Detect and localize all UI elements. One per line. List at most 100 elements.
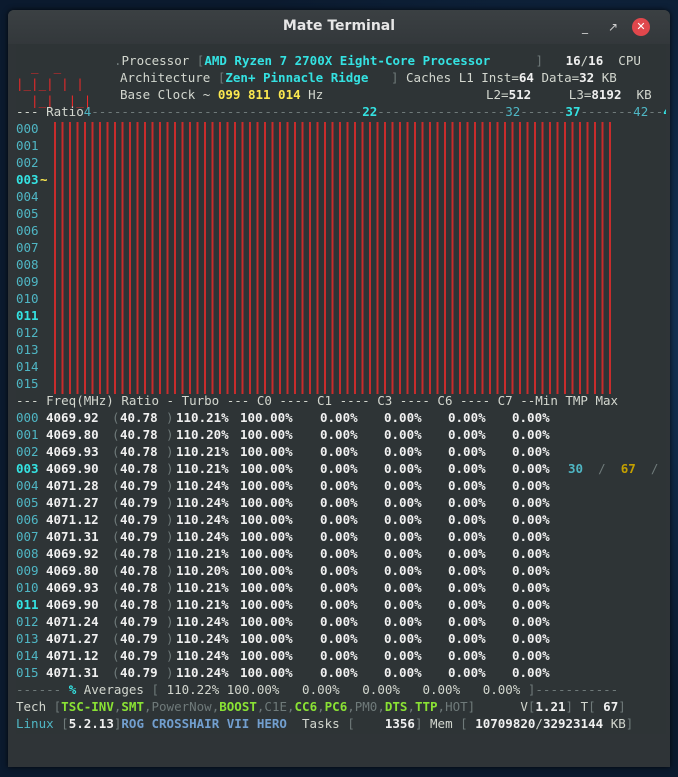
bar-core-label: 003 bbox=[16, 172, 39, 187]
cell-c1: 0.00% bbox=[320, 665, 358, 680]
cell-c6: 0.00% bbox=[448, 597, 486, 612]
table-row: 010 () 4069.93 40.78 110.21% 100.00% 0.00% 0.00… bbox=[16, 579, 666, 596]
cell-c3: 0.00% bbox=[384, 495, 422, 510]
core-id: 006 bbox=[16, 512, 39, 527]
cell-freq: 4069.90 bbox=[46, 597, 99, 612]
core-id: 001 bbox=[16, 427, 39, 442]
paren: ( bbox=[112, 444, 120, 459]
table-row: 008 () 4069.92 40.78 110.21% 100.00% 0.00% 0.00… bbox=[16, 545, 666, 562]
minimize-icon[interactable]: _ bbox=[576, 18, 594, 36]
core-id: 002 bbox=[16, 444, 39, 459]
cell-c7: 0.00% bbox=[512, 546, 550, 561]
bar-core-label: 002 bbox=[16, 155, 39, 170]
cell-turbo: 110.21% bbox=[176, 580, 229, 595]
bar-core-label: 012 bbox=[16, 325, 39, 340]
cell-freq: 4071.24 bbox=[46, 614, 99, 629]
paren: ) bbox=[166, 648, 174, 663]
cell-c0: 100.00% bbox=[240, 563, 293, 578]
cell-c7: 0.00% bbox=[512, 580, 550, 595]
core-id: 009 bbox=[16, 563, 39, 578]
table-row: 015 () 4071.31 40.79 110.24% 100.00% 0.00% 0.00… bbox=[16, 664, 666, 681]
paren: ) bbox=[166, 461, 174, 476]
cell-turbo: 110.20% bbox=[176, 563, 229, 578]
cell-c3: 0.00% bbox=[384, 461, 422, 476]
cell-freq: 4071.31 bbox=[46, 529, 99, 544]
cell-c0: 100.00% bbox=[240, 546, 293, 561]
cell-ratio: 40.79 bbox=[120, 631, 158, 646]
cell-c1: 0.00% bbox=[320, 512, 358, 527]
paren: ) bbox=[166, 563, 174, 578]
close-icon[interactable]: ✕ bbox=[632, 18, 650, 36]
paren: ( bbox=[112, 614, 120, 629]
cache-l2-l3: L2=512 L3=8192 KB bbox=[486, 87, 652, 102]
paren: ) bbox=[166, 495, 174, 510]
cell-freq: 4069.80 bbox=[46, 563, 99, 578]
paren: ( bbox=[112, 410, 120, 425]
table-row: 014 () 4071.12 40.79 110.24% 100.00% 0.00% 0.00… bbox=[16, 647, 666, 664]
cell-turbo: 110.24% bbox=[176, 512, 229, 527]
bar-core-label: 013 bbox=[16, 342, 39, 357]
table-row: 012 () 4071.24 40.79 110.24% 100.00% 0.00% 0.00… bbox=[16, 613, 666, 630]
paren: ) bbox=[166, 597, 174, 612]
maximize-icon[interactable]: ↗ bbox=[604, 18, 622, 36]
cell-c1: 0.00% bbox=[320, 648, 358, 663]
cell-c1: 0.00% bbox=[320, 614, 358, 629]
bar-core-label: 001 bbox=[16, 138, 39, 153]
cell-c1: 0.00% bbox=[320, 563, 358, 578]
cell-c1: 0.00% bbox=[320, 427, 358, 442]
paren: ( bbox=[112, 478, 120, 493]
paren: ( bbox=[112, 461, 120, 476]
core-id: 012 bbox=[16, 614, 39, 629]
cell-c6: 0.00% bbox=[448, 478, 486, 493]
cell-c6: 0.00% bbox=[448, 512, 486, 527]
paren: ( bbox=[112, 563, 120, 578]
paren: ) bbox=[166, 529, 174, 544]
paren: ) bbox=[166, 665, 174, 680]
table-row: 007 () 4071.31 40.79 110.24% 100.00% 0.00% 0.00… bbox=[16, 528, 666, 545]
cell-ratio: 40.78 bbox=[120, 580, 158, 595]
cell-freq: 4069.92 bbox=[46, 410, 99, 425]
cell-freq: 4071.12 bbox=[46, 512, 99, 527]
cell-c7: 0.00% bbox=[512, 461, 550, 476]
cell-turbo: 110.21% bbox=[176, 410, 229, 425]
freq-header: --- Freq(MHz) Ratio - Turbo --- C0 ---- … bbox=[16, 393, 619, 408]
cell-c0: 100.00% bbox=[240, 597, 293, 612]
cell-c3: 0.00% bbox=[384, 631, 422, 646]
cell-c0: 100.00% bbox=[240, 512, 293, 527]
cell-c3: 0.00% bbox=[384, 648, 422, 663]
cell-c6: 0.00% bbox=[448, 580, 486, 595]
bar-core-label: 004 bbox=[16, 189, 39, 204]
cell-c0: 100.00% bbox=[240, 478, 293, 493]
cell-c3: 0.00% bbox=[384, 427, 422, 442]
base-clock-line: Base Clock ~ 099 811 014 Hz bbox=[120, 87, 324, 102]
cell-c3: 0.00% bbox=[384, 546, 422, 561]
table-row: 009 () 4069.80 40.78 110.20% 100.00% 0.00% 0.00… bbox=[16, 562, 666, 579]
cell-freq: 4071.27 bbox=[46, 631, 99, 646]
cell-c7: 0.00% bbox=[512, 614, 550, 629]
cell-c1: 0.00% bbox=[320, 546, 358, 561]
cell-c3: 0.00% bbox=[384, 529, 422, 544]
cell-c6: 0.00% bbox=[448, 529, 486, 544]
cell-c1: 0.00% bbox=[320, 444, 358, 459]
cell-freq: 4071.12 bbox=[46, 648, 99, 663]
cell-freq: 4069.93 bbox=[46, 444, 99, 459]
cell-c7: 0.00% bbox=[512, 563, 550, 578]
table-row: 004 () 4071.28 40.79 110.24% 100.00% 0.00% 0.00… bbox=[16, 477, 666, 494]
title-bar[interactable]: Mate Terminal _ ↗ ✕ bbox=[8, 10, 670, 44]
cursor-marker: ~ bbox=[40, 172, 48, 187]
terminal-content[interactable]: _ _ |_|_| | | |_| |_| .Processor [AMD Ry… bbox=[16, 44, 666, 734]
paren: ) bbox=[166, 427, 174, 442]
paren: ) bbox=[166, 614, 174, 629]
core-id: 008 bbox=[16, 546, 39, 561]
cell-c6: 0.00% bbox=[448, 546, 486, 561]
logo-icon: _ _ |_|_| | | |_| |_| bbox=[16, 59, 92, 108]
cell-c3: 0.00% bbox=[384, 597, 422, 612]
cell-freq: 4069.90 bbox=[46, 461, 99, 476]
paren: ( bbox=[112, 648, 120, 663]
cell-turbo: 110.24% bbox=[176, 478, 229, 493]
cell-c3: 0.00% bbox=[384, 512, 422, 527]
cell-c6: 0.00% bbox=[448, 427, 486, 442]
cell-turbo: 110.20% bbox=[176, 427, 229, 442]
cell-c7: 0.00% bbox=[512, 529, 550, 544]
temp-min: 30 / 67 / 67 bbox=[568, 461, 659, 476]
